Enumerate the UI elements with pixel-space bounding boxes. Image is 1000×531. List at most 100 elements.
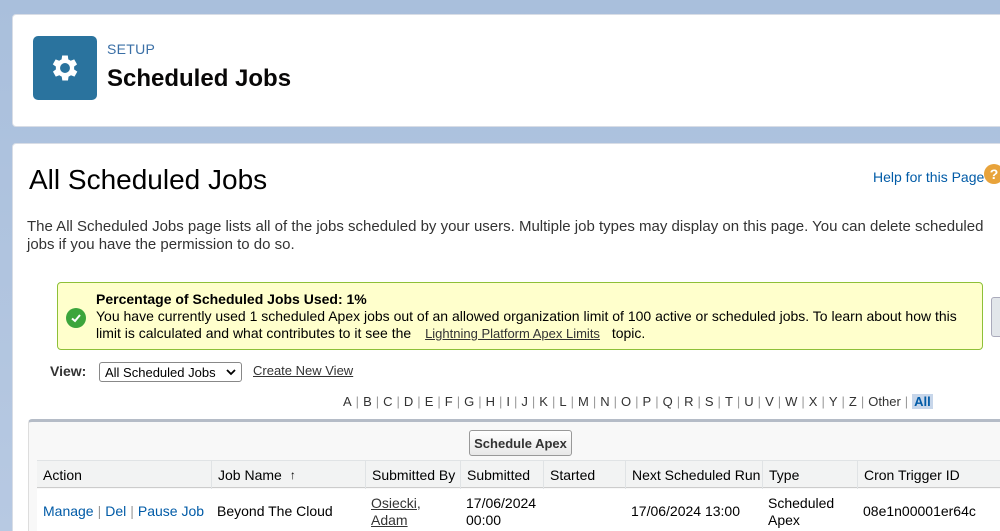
usage-text-end: topic. — [611, 325, 646, 341]
alpha-filter-s[interactable]: S — [705, 394, 714, 409]
column-job-name[interactable]: Job Name ↑ — [211, 461, 365, 489]
alpha-filter-r[interactable]: R — [684, 394, 693, 409]
column-next-run[interactable]: Next Scheduled Run — [625, 461, 762, 489]
page-header: SETUP Scheduled Jobs — [12, 14, 1000, 127]
submitter-link[interactable]: Osiecki, Adam — [371, 495, 421, 529]
help-link[interactable]: Help for this Page — [873, 169, 984, 185]
chevron-down-icon — [226, 369, 236, 376]
cell-submitted-by: Osiecki, Adam — [365, 489, 460, 531]
alpha-filter-j[interactable]: J — [521, 394, 528, 409]
separator: | — [437, 394, 441, 409]
view-select-value: All Scheduled Jobs — [105, 364, 216, 380]
separator: | — [801, 394, 805, 409]
main-content: All Scheduled Jobs Help for this Page ? … — [12, 143, 1000, 531]
alpha-filter-h[interactable]: H — [486, 394, 495, 409]
alphabet-filter: A | B | C | D | E | F | G | H | I | J | K | L | M | N | O | P | Q | R | S | T |… — [343, 394, 933, 409]
manage-link[interactable]: Manage — [43, 503, 94, 520]
apex-limits-link[interactable]: Lightning Platform Apex Limits — [425, 326, 600, 341]
separator: | — [757, 394, 762, 409]
column-job-name-label: Job Name — [218, 467, 282, 483]
table-header: Action Job Name ↑ Submitted By Submitted… — [37, 460, 1000, 489]
cell-type: Scheduled Apex — [762, 489, 857, 531]
alpha-filter-i[interactable]: I — [506, 394, 510, 409]
submitted-date: 17/06/2024 — [466, 494, 537, 511]
alpha-filter-g[interactable]: G — [464, 394, 474, 409]
usage-title: Percentage of Scheduled Jobs Used: 1% — [96, 291, 367, 307]
cell-started — [543, 489, 625, 531]
gear-icon — [33, 36, 97, 100]
column-cron-trigger[interactable]: Cron Trigger ID — [857, 461, 1000, 489]
alpha-filter-v[interactable]: V — [765, 394, 774, 409]
type-line1: Scheduled — [768, 494, 835, 511]
separator: | — [860, 394, 865, 409]
alpha-filter-f[interactable]: F — [445, 394, 453, 409]
submitter-line2: Adam — [371, 511, 408, 528]
alpha-filter-a[interactable]: A — [343, 394, 352, 409]
alpha-filter-b[interactable]: B — [363, 394, 372, 409]
help-icon[interactable]: ? — [984, 164, 1000, 184]
separator: | — [478, 394, 482, 409]
alpha-filter-w[interactable]: W — [785, 394, 797, 409]
separator: | — [417, 394, 421, 409]
side-panel-tab[interactable] — [991, 297, 1000, 337]
table-row: Manage | Del | Pause Job Beyond The Clou… — [37, 489, 1000, 531]
separator: | — [499, 394, 503, 409]
separator: | — [841, 394, 845, 409]
delete-link[interactable]: Del — [105, 503, 126, 520]
separator: | — [456, 394, 461, 409]
alpha-filter-d[interactable]: D — [404, 394, 413, 409]
alpha-filter-z[interactable]: Z — [849, 394, 857, 409]
separator: | — [130, 503, 134, 519]
separator: | — [355, 394, 360, 409]
separator: | — [97, 503, 102, 519]
breadcrumb-setup: SETUP — [107, 41, 156, 57]
column-action: Action — [43, 467, 82, 483]
alpha-filter-c[interactable]: C — [383, 394, 392, 409]
separator: | — [655, 394, 659, 409]
schedule-apex-button[interactable]: Schedule Apex — [469, 430, 572, 456]
page-description: The All Scheduled Jobs page lists all of… — [27, 218, 984, 253]
create-new-view-link[interactable]: Create New View — [253, 363, 353, 378]
separator: | — [613, 394, 617, 409]
column-type[interactable]: Type — [762, 461, 857, 489]
alpha-filter-o[interactable]: O — [621, 394, 631, 409]
separator: | — [777, 394, 782, 409]
view-label: View: — [50, 363, 87, 379]
separator: | — [570, 394, 574, 409]
view-select[interactable]: All Scheduled Jobs — [99, 362, 242, 382]
separator: | — [375, 394, 380, 409]
alpha-filter-n[interactable]: N — [600, 394, 609, 409]
jobs-table: Schedule Apex Action Job Name ↑ Submitte… — [28, 419, 1000, 531]
alpha-filter-q[interactable]: Q — [663, 394, 673, 409]
alpha-filter-t[interactable]: T — [725, 394, 733, 409]
separator: | — [396, 394, 400, 409]
alpha-filter-y[interactable]: Y — [829, 394, 838, 409]
column-submitted[interactable]: Submitted — [460, 461, 543, 489]
alpha-filter-m[interactable]: M — [578, 394, 589, 409]
separator: | — [592, 394, 597, 409]
alpha-filter-p[interactable]: P — [643, 394, 652, 409]
alpha-filter-k[interactable]: K — [539, 394, 548, 409]
row-actions: Manage | Del | Pause Job — [37, 489, 211, 531]
cell-cron-trigger: 08e1n00001er64c — [863, 503, 976, 519]
cell-next-run: 17/06/2024 13:00 — [631, 503, 740, 519]
submitter-line1: Osiecki, — [371, 494, 421, 511]
alpha-filter-u[interactable]: U — [744, 394, 753, 409]
sort-asc-icon: ↑ — [289, 468, 296, 482]
pause-job-link[interactable]: Pause Job — [138, 503, 204, 520]
usage-info-box: Percentage of Scheduled Jobs Used: 1% Yo… — [57, 282, 983, 350]
alpha-filter-x[interactable]: X — [809, 394, 818, 409]
type-line2: Apex — [768, 511, 800, 528]
check-icon — [66, 308, 86, 328]
column-submitted-by[interactable]: Submitted By — [365, 461, 460, 489]
usage-text: You have currently used 1 scheduled Apex… — [96, 308, 976, 342]
separator: | — [531, 394, 536, 409]
column-started[interactable]: Started — [543, 461, 625, 489]
alpha-filter-e[interactable]: E — [425, 394, 434, 409]
submitted-time: 00:00 — [466, 511, 502, 528]
alpha-filter-l[interactable]: L — [559, 394, 566, 409]
alpha-filter-other[interactable]: Other — [868, 394, 901, 409]
alpha-filter-all[interactable]: All — [912, 394, 933, 409]
separator: | — [904, 394, 909, 409]
separator: | — [697, 394, 701, 409]
